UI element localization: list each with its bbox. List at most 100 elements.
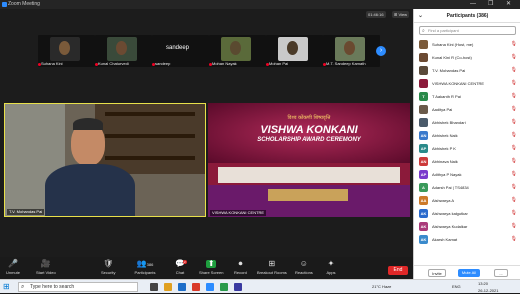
banner-devanagari-title: विश्व कोंकणी शिष्यवृत्ति [287,115,331,121]
shared-video: विश्व कोंकणी शिष्यवृत्ति VISHWA KONKANI … [208,103,410,217]
unmute-button[interactable]: 🎤 Unmute [6,259,20,276]
mic-muted-icon: 🎙 [510,132,517,138]
list-item[interactable]: Kunal Kini R (Co-host) 🎙 [414,51,520,64]
record-button[interactable]: ⏺ Record [234,260,247,276]
mute-all-button[interactable]: Mute All [458,269,480,277]
avatar [419,118,428,127]
end-meeting-button[interactable]: End [388,266,408,275]
mic-muted-icon: 🎙 [510,184,517,190]
task-view-icon[interactable] [150,283,158,291]
security-label: Security [101,270,116,275]
breakout-rooms-icon: ⊞ [268,259,276,268]
participant-thumbnail[interactable]: Mohan Pai [266,35,323,67]
list-item[interactable]: T T Aakanth R Pai 🎙 [414,90,520,103]
apps-button[interactable]: ✦ Apps [326,260,336,276]
participant-thumbnail[interactable]: Suhana Kini [38,35,95,67]
list-item[interactable]: AN Abhinava Naik 🎙 [414,155,520,168]
speaker-video: T.V. Mohandas Pai [4,103,206,217]
participant-name: Mohan Nayak [212,61,237,66]
participants-button[interactable]: 👥386 Participants [134,260,156,276]
list-item[interactable]: A Adarsh Pai | TS4834 🎙 [414,181,520,194]
more-options-button[interactable]: ... [494,269,508,277]
excel-app-icon[interactable] [220,283,228,291]
participant-name: T Aakanth R Pai [432,94,461,99]
mic-muted-icon: 🎙 [510,171,517,177]
search-icon: ⌕ [21,284,25,290]
participant-name: Abhishek Bhandari [432,120,466,125]
record-label: Record [234,270,247,275]
participant-thumbnail[interactable]: M.T. Sandeep Kamath [323,35,380,67]
mic-muted-icon: 🎙 [510,158,517,164]
windows-taskbar: ⊞ ⌕ Type here to search 21°C Haze ENG 13… [0,279,520,293]
participant-name: Aaditya Pai [432,107,453,112]
video-feed [221,37,251,61]
list-item[interactable]: AK Aishwarya kalgutkar 🎙 [414,207,520,220]
mic-muted-icon: 🎙 [510,197,517,203]
clock-time[interactable]: 13:20 [478,280,488,287]
participant-name-placeholder: sandeep [166,45,190,51]
participant-thumbnail[interactable]: sandeep sandeep [152,35,209,67]
avatar [287,41,298,55]
shelf [105,134,195,138]
list-item[interactable]: AN Abhishek Naik 🎙 [414,129,520,142]
participant-name: Aishwarya A [432,198,455,203]
participant-name: sandeep [155,61,171,66]
chat-button[interactable]: 💬 Chat 2 [175,260,187,275]
mic-muted-icon: 🎙 [510,145,517,151]
view-button[interactable]: ⊞ View [392,11,410,18]
list-item[interactable]: AP Adithya P Nayak 🎙 [414,168,520,181]
participant-name: VISHWA KONKANI CENTRE [432,81,485,86]
weather-widget[interactable]: 21°C Haze [372,280,391,294]
language-indicator[interactable]: ENG [452,280,461,294]
start-video-button[interactable]: 🎥 Start Video [36,260,56,276]
participant-thumbnail[interactable]: Kunal Chaturvedi [95,35,152,67]
participant-name: Adithya P Nayak [432,172,462,177]
participant-name: Abhishek P K [432,146,456,151]
avatar: AK [419,209,428,218]
list-item[interactable]: T.V. Mohandas Pai 🎙 [414,64,520,77]
minimize-button[interactable]: — [470,0,476,9]
taskbar-search-input[interactable]: ⌕ Type here to search [18,282,138,292]
file-explorer-icon[interactable] [164,283,172,291]
list-item[interactable]: AA Aishwarya A 🎙 [414,194,520,207]
participant-search-input[interactable]: ⌕ Find a participant [419,26,516,35]
video-feed [335,37,365,61]
participants-label: Participants [134,270,156,275]
list-item[interactable]: VISHWA KONKANI CENTRE 🎙 [414,77,520,90]
list-item[interactable]: AP Abhishek P K 🎙 [414,142,520,155]
reactions-icon: ☺ [299,259,308,268]
participants-header: ⌄ Participants (386) [414,9,520,23]
avatar [344,41,355,55]
share-screen-button[interactable]: ⬆ Share Screen [199,260,223,276]
breakout-rooms-button[interactable]: ⊞ Breakout Rooms [257,259,287,276]
next-page-button[interactable]: › [376,46,386,56]
teams-app-icon[interactable] [234,283,242,291]
participant-thumbnail[interactable]: Mohan Nayak [209,35,266,67]
apps-label: Apps [326,270,336,275]
reactions-button[interactable]: ☺ Reactions [295,259,313,276]
microphone-icon: 🎤 [8,259,18,268]
stage-table [268,189,348,201]
list-item[interactable]: Abhishek Bhandari 🎙 [414,116,520,129]
list-item[interactable]: Suhana Kini (Host, me) 🎙 [414,38,520,51]
close-button[interactable]: ✕ [506,0,511,9]
speaker-shirt [45,164,135,216]
security-button[interactable]: 🛡 Security [101,260,116,276]
zoom-app-icon[interactable] [206,283,214,291]
avatar [230,41,241,55]
video-name-label: VISHWA KONKANI CENTRE [210,210,267,216]
maximize-button[interactable]: ❐ [488,0,493,9]
edge-browser-icon[interactable] [178,283,186,291]
list-item[interactable]: AK Aishwarya Kudalkar 🎙 [414,220,520,233]
search-placeholder: Find a participant [428,28,459,33]
list-item[interactable]: Aaditya Pai 🎙 [414,103,520,116]
chrome-browser-icon[interactable] [192,283,200,291]
list-item[interactable]: AK Akarsh Kamat 🎙 [414,233,520,246]
collapse-panel-icon[interactable]: ⌄ [418,9,423,23]
windows-start-icon[interactable]: ⊞ [3,283,10,291]
mic-muted-icon: 🎙 [510,93,517,99]
mic-muted-icon: 🎙 [510,80,517,86]
invite-button[interactable]: Invite [428,269,446,277]
mic-muted-icon: 🎙 [510,210,517,216]
avatar: AA [419,196,428,205]
